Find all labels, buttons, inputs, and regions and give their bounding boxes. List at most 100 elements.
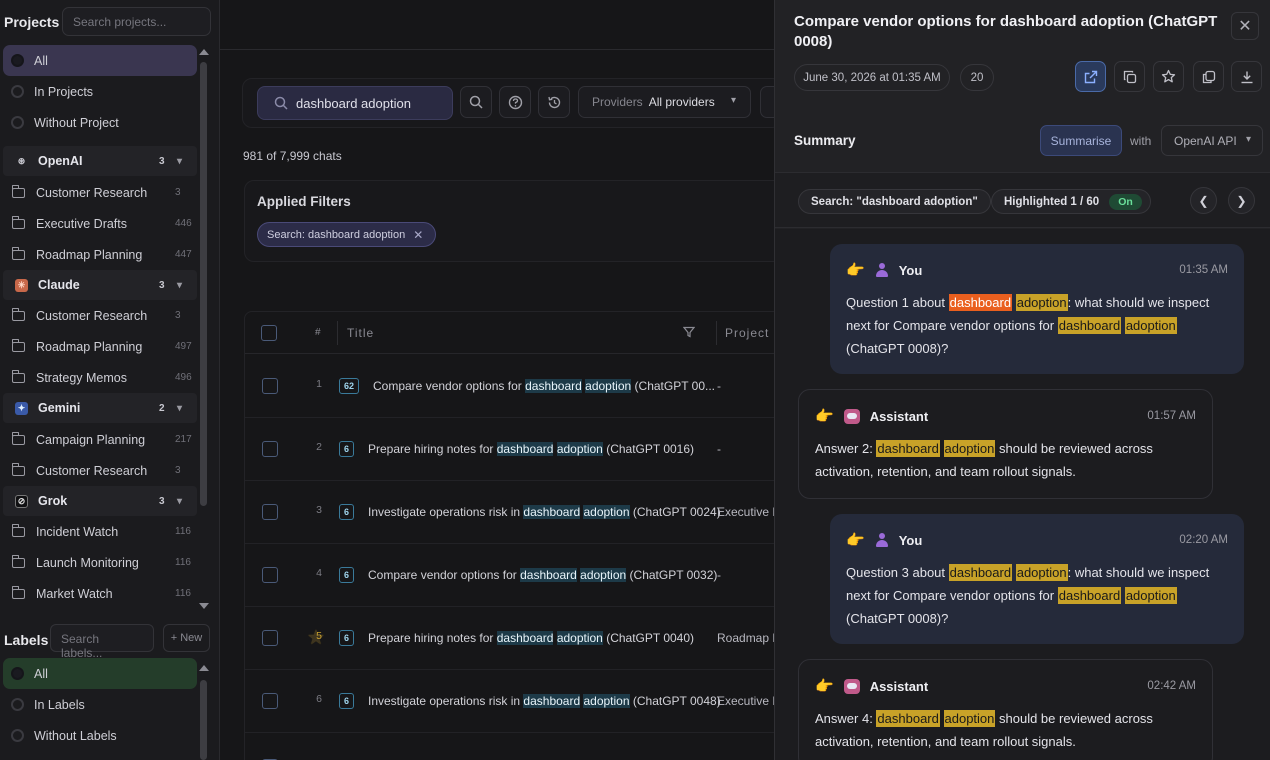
table-row[interactable]: 4 6 Compare vendor options for dashboard… xyxy=(245,544,783,607)
chevron-down-icon[interactable]: ▾ xyxy=(177,496,197,507)
prev-match-button[interactable]: ❮ xyxy=(1190,187,1217,214)
chevron-down-icon: ▾ xyxy=(730,95,736,106)
sidebar-project-item[interactable]: Market Watch 116 xyxy=(3,578,197,609)
message-count-badge: 6 xyxy=(339,693,355,709)
radio-icon xyxy=(11,698,24,711)
duplicate-icon xyxy=(1202,70,1215,83)
labels-scrollbar[interactable] xyxy=(200,680,207,760)
favorite-button[interactable] xyxy=(1153,61,1184,92)
select-all-checkbox[interactable] xyxy=(261,325,277,341)
sidebar-project-item[interactable]: Incident Watch 116 xyxy=(3,516,197,547)
next-match-button[interactable]: ❯ xyxy=(1228,187,1255,214)
new-label-button[interactable]: + New xyxy=(163,624,210,652)
api-select[interactable]: OpenAI API ▾ xyxy=(1161,125,1263,156)
chevron-down-icon[interactable]: ▾ xyxy=(177,156,197,167)
row-project: - xyxy=(717,379,721,393)
table-row[interactable]: 2 6 Prepare hiring notes for dashboard a… xyxy=(245,418,783,481)
column-title[interactable]: Title xyxy=(347,326,374,340)
search-icon xyxy=(266,96,296,110)
row-index: 1 xyxy=(316,378,322,390)
search-button[interactable] xyxy=(460,86,492,118)
providers-select[interactable]: Providers All providers ▾ xyxy=(578,86,751,118)
claude-icon: ✳ xyxy=(15,278,28,292)
row-title: Prepare hiring notes for dashboard adopt… xyxy=(368,631,695,645)
filter-chip[interactable]: Search: dashboard adoption ✕ xyxy=(257,222,437,247)
sidebar-project-item[interactable]: Customer Research 3 xyxy=(3,300,197,331)
project-filter-all[interactable]: All xyxy=(3,45,197,76)
row-checkbox[interactable] xyxy=(262,441,278,457)
table-row[interactable]: 6 6 Investigate operations risk in dashb… xyxy=(245,670,783,733)
message-time: 01:35 AM xyxy=(1179,264,1228,276)
table-row[interactable] xyxy=(245,733,783,760)
provider-claude[interactable]: ✳ Claude 3 ▾ xyxy=(3,270,197,300)
table-row[interactable]: ★ 5 6 Prepare hiring notes for dashboard… xyxy=(245,607,783,670)
sidebar-project-item[interactable]: Customer Research 3 xyxy=(3,455,197,486)
label-filter-all[interactable]: All xyxy=(3,658,197,689)
message-count-badge: 6 xyxy=(339,630,355,646)
results-count: 981 of 7,999 chats xyxy=(243,149,342,163)
close-panel-button[interactable]: ✕ xyxy=(1231,12,1259,40)
chat-search-input[interactable]: dashboard adoption xyxy=(257,86,453,120)
folder-icon xyxy=(11,184,25,198)
copy-icon xyxy=(1123,70,1136,83)
sidebar-project-item[interactable]: Roadmap Planning 497 xyxy=(3,331,197,362)
project-filter-without-project[interactable]: Without Project xyxy=(3,107,197,138)
summarise-button[interactable]: Summarise xyxy=(1040,125,1122,156)
help-button[interactable] xyxy=(499,86,531,118)
chevron-down-icon[interactable]: ▾ xyxy=(177,280,197,291)
row-checkbox[interactable] xyxy=(262,693,278,709)
sidebar-project-item[interactable]: Strategy Memos 496 xyxy=(3,362,197,393)
table-row[interactable]: 1 62 Compare vendor options for dashboar… xyxy=(245,355,783,418)
project-count: 3 xyxy=(175,465,181,476)
folder-icon xyxy=(11,554,25,568)
message-count-badge: 62 xyxy=(339,378,360,394)
row-checkbox[interactable] xyxy=(262,504,278,520)
projects-search-input[interactable]: Search projects... xyxy=(62,7,211,36)
scroll-up-icon[interactable] xyxy=(199,665,209,671)
search-query-pill: Search: "dashboard adoption" xyxy=(798,189,991,214)
scroll-up-icon[interactable] xyxy=(199,49,209,55)
label-filter-in-labels[interactable]: In Labels xyxy=(3,689,197,720)
sidebar-project-item[interactable]: Executive Drafts 446 xyxy=(3,208,197,239)
row-title: Compare vendor options for dashboard ado… xyxy=(373,379,716,393)
row-title: Prepare hiring notes for dashboard adopt… xyxy=(368,442,695,456)
sidebar-project-item[interactable]: Campaign Planning 217 xyxy=(3,424,197,455)
close-icon[interactable]: ✕ xyxy=(413,228,423,242)
label-filter-without-labels[interactable]: Without Labels xyxy=(3,720,197,751)
provider-grok[interactable]: ⊘ Grok 3 ▾ xyxy=(3,486,197,516)
copy-button[interactable] xyxy=(1114,61,1145,92)
message-time: 02:42 AM xyxy=(1147,680,1196,692)
project-label: Launch Monitoring xyxy=(36,555,139,570)
row-checkbox[interactable] xyxy=(262,630,278,646)
filter-label: All xyxy=(34,53,48,68)
column-project[interactable]: Project xyxy=(725,326,769,340)
filter-icon[interactable] xyxy=(682,326,696,341)
table-row[interactable]: 3 6 Investigate operations risk in dashb… xyxy=(245,481,783,544)
folder-icon xyxy=(11,523,25,537)
labels-header: Labels Search labels... + New xyxy=(0,624,212,660)
provider-count: 3 xyxy=(159,279,165,291)
highlight-state-badge: On xyxy=(1109,193,1142,210)
project-filter-in-projects[interactable]: In Projects xyxy=(3,76,197,107)
with-label: with xyxy=(1130,134,1152,148)
history-button[interactable] xyxy=(538,86,570,118)
open-external-button[interactable] xyxy=(1075,61,1106,92)
labels-search-input[interactable]: Search labels... xyxy=(50,624,154,660)
highlight-toggle[interactable]: Highlighted 1 / 60 On xyxy=(991,189,1151,214)
row-checkbox[interactable] xyxy=(262,567,278,583)
row-checkbox[interactable] xyxy=(262,378,278,394)
scroll-down-icon[interactable] xyxy=(199,603,209,609)
sidebar-project-item[interactable]: Customer Research 3 xyxy=(3,177,197,208)
provider-openai[interactable]: ⊛ OpenAI 3 ▾ xyxy=(3,146,197,176)
chevron-down-icon[interactable]: ▾ xyxy=(177,403,197,414)
pointing-hand-icon: 👉 xyxy=(846,262,865,279)
provider-gemini[interactable]: ✦ Gemini 2 ▾ xyxy=(3,393,197,423)
projects-scrollbar[interactable] xyxy=(200,62,207,506)
sidebar-project-item[interactable]: Roadmap Planning 447 xyxy=(3,239,197,270)
providers-value: All providers xyxy=(648,95,715,109)
download-button[interactable] xyxy=(1231,61,1262,92)
duplicate-button[interactable] xyxy=(1193,61,1224,92)
project-count: 497 xyxy=(175,341,192,352)
project-count: 3 xyxy=(175,187,181,198)
sidebar-project-item[interactable]: Launch Monitoring 116 xyxy=(3,547,197,578)
